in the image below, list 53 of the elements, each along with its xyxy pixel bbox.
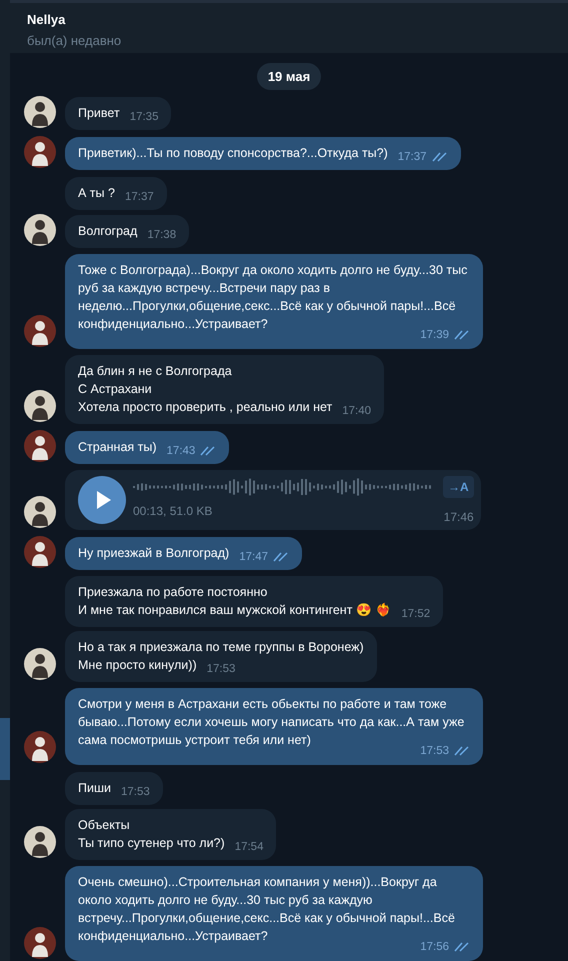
message-line: Ты типо сутенер что ли?) xyxy=(78,835,225,852)
avatar[interactable] xyxy=(24,826,56,858)
avatar[interactable] xyxy=(24,430,56,462)
message-time: 17:54 xyxy=(234,840,264,855)
avatar[interactable] xyxy=(24,390,56,422)
play-button[interactable] xyxy=(78,476,126,524)
message-line: А ты ? xyxy=(78,185,115,202)
avatar[interactable] xyxy=(24,731,56,763)
message-time: 17:35 xyxy=(130,110,158,125)
message-time: 17:53 xyxy=(120,785,150,800)
message-time: 17:53 xyxy=(206,662,236,677)
avatar[interactable] xyxy=(24,536,56,568)
message-text: Очень смешно)...Строительная компания у меня))...Вокруг да около ходить долго не буду...30 тыс руб за каждую встречу...Прогулки,общение,секс...Всё как у обычной пары!...Всё конфиденциально...Устраивает? xyxy=(78,874,456,943)
message-line: Да блин я не с Волгограда xyxy=(78,364,232,378)
avatar[interactable] xyxy=(24,496,56,528)
message-time: 17:39 xyxy=(420,328,449,342)
message-time: 17:37 xyxy=(398,150,427,165)
message-time: 17:40 xyxy=(342,404,372,419)
message-time: 17:52 xyxy=(401,607,430,622)
message-time: 17:37 xyxy=(124,190,154,205)
date-pill: 19 мая xyxy=(256,62,322,90)
message-line: Ну приезжай в Волгоград) xyxy=(78,545,230,562)
message-line: Мне просто кинули)) xyxy=(78,657,197,674)
avatar[interactable] xyxy=(24,648,56,680)
message-line: Волгоград xyxy=(78,223,138,240)
message-line: Привет xyxy=(78,105,120,122)
transcribe-button[interactable]: →A xyxy=(443,476,474,498)
message-line: Странная ты) xyxy=(78,439,157,456)
voice-info: 00:13, 51.0 KB xyxy=(133,503,212,520)
message-line: Приезжала по работе постоянно xyxy=(78,585,268,599)
message-line: Хотела просто проверить , реально или нет xyxy=(78,399,332,416)
message-text: Тоже с Волгограда)...Вокруг да около ходить долго не буду...30 тыс руб за каждую встречу...Встречи пару раз в неделю...Прогулки,общение,секс...Всё как у обычной пары!...Всё конфиденциально...Устраивает? xyxy=(78,262,468,331)
avatar[interactable] xyxy=(24,315,56,347)
side-indicator xyxy=(0,718,10,780)
message-line: И мне так понравился ваш мужской контингент 😍 ❤‍🔥 xyxy=(78,602,392,619)
message-line: С Астрахани xyxy=(78,382,152,396)
avatar[interactable] xyxy=(24,96,56,128)
message-line: Объекты xyxy=(78,818,130,832)
avatar[interactable] xyxy=(24,927,56,959)
avatar[interactable] xyxy=(24,214,56,246)
message-time: 17:46 xyxy=(444,509,474,526)
message-time: 17:56 xyxy=(420,940,449,954)
message-line: Но а так я приезжала по теме группы в Воронеж) xyxy=(78,640,364,654)
message-text: Смотри у меня в Астрахани есть обьекты по работе и там тоже бываю...Потому если хочешь могу написать что да как...А там уже сама посмотришь устроит тебя или нет) xyxy=(78,696,466,747)
message-time: 17:53 xyxy=(420,744,449,758)
contact-name: Nellya xyxy=(27,11,66,29)
avatar[interactable] xyxy=(24,136,56,168)
message-time: 17:38 xyxy=(147,228,176,243)
contact-status: был(а) недавно xyxy=(27,32,122,50)
message-time: 17:43 xyxy=(166,444,196,459)
message-line: Приветик)...Ты по поводу спонсорства?...Откуда ты?) xyxy=(78,145,388,162)
message-line: Пиши xyxy=(78,780,111,797)
message-time: 17:47 xyxy=(239,550,268,565)
